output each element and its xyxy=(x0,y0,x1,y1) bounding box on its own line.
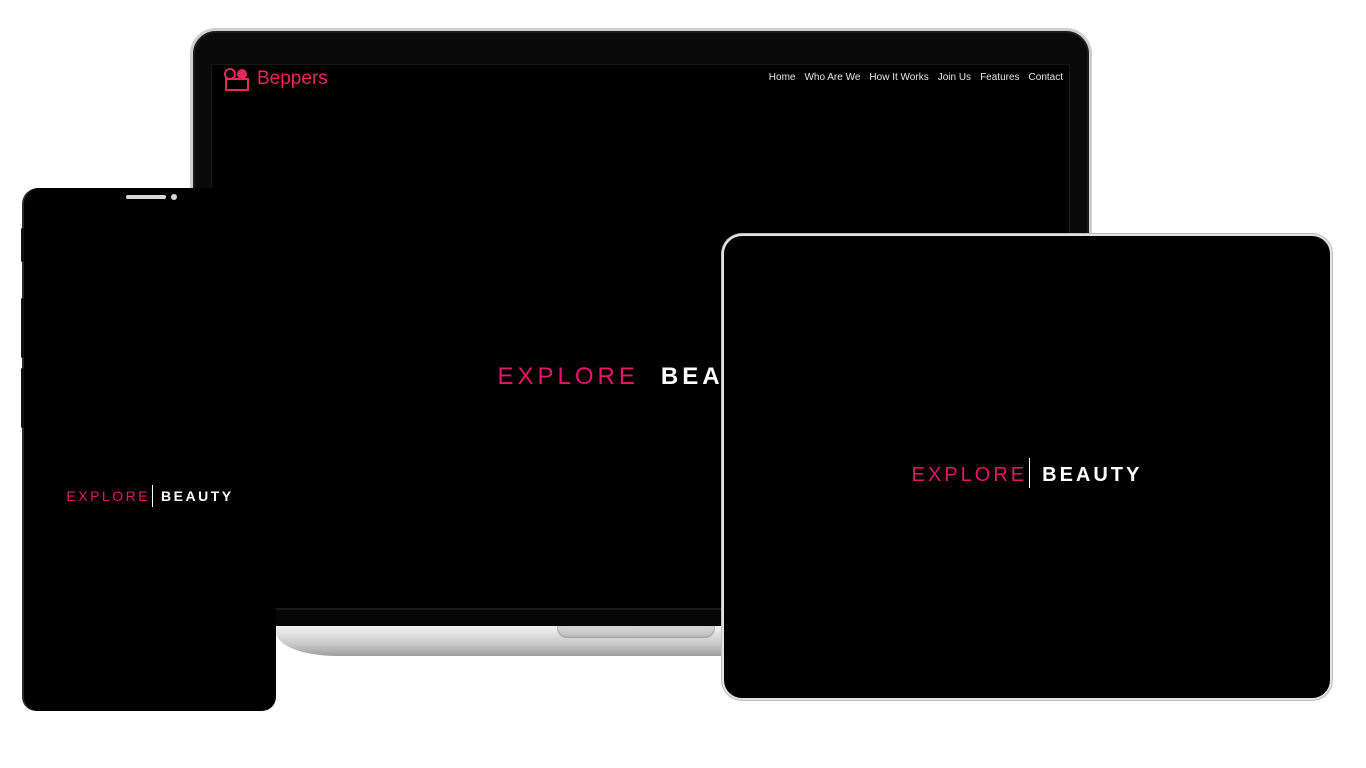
phone-side-button xyxy=(21,228,24,262)
phone-speaker xyxy=(126,195,166,199)
nav-who-are-we[interactable]: Who Are We xyxy=(804,72,860,83)
hero-beauty: BEAUTY xyxy=(1042,464,1143,486)
beppers-logo-icon xyxy=(224,68,249,91)
laptop-notch xyxy=(557,626,715,638)
hero-explore: EXPLORE xyxy=(66,488,151,504)
hero-beauty: BEAUTY xyxy=(161,488,234,504)
phone-device: EXPLORE BEAUTY xyxy=(21,188,276,711)
hero-divider xyxy=(152,485,154,507)
phone-volume-button xyxy=(21,298,24,358)
tablet-hero-heading: EXPLORE BEAUTY xyxy=(724,458,1330,488)
nav-join-us[interactable]: Join Us xyxy=(938,72,971,83)
hero-divider xyxy=(1029,458,1031,488)
brand[interactable]: Beppers xyxy=(223,66,328,92)
nav-home[interactable]: Home xyxy=(769,72,796,83)
nav-features[interactable]: Features xyxy=(980,72,1019,83)
nav-how-it-works[interactable]: How It Works xyxy=(869,72,928,83)
site-navbar: Beppers Home Who Are We How It Works Joi… xyxy=(212,65,1069,95)
hero-explore: EXPLORE xyxy=(497,363,639,390)
phone-hero-heading: EXPLORE BEAUTY xyxy=(24,485,276,507)
nav-contact[interactable]: Contact xyxy=(1029,72,1063,83)
nav-links: Home Who Are We How It Works Join Us Fea… xyxy=(769,72,1063,83)
phone-camera-icon xyxy=(171,194,177,200)
brand-name: Beppers xyxy=(257,68,328,89)
hero-explore: EXPLORE xyxy=(911,464,1028,486)
tablet-device: EXPLORE BEAUTY xyxy=(722,234,1332,700)
phone-volume-button xyxy=(21,368,24,428)
